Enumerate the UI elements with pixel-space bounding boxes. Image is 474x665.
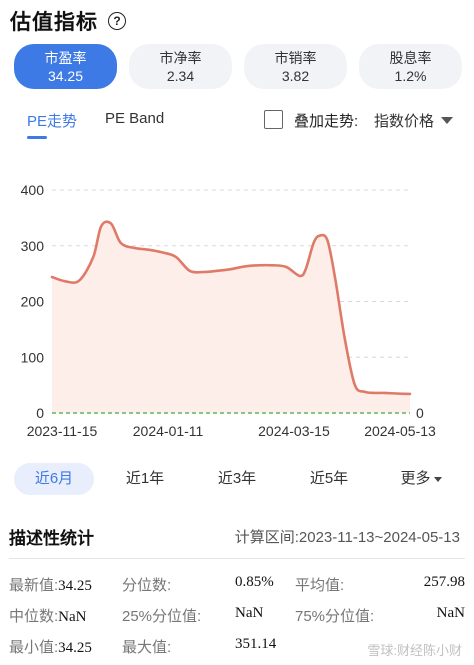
period-6m-button[interactable]: 近6月	[14, 463, 94, 495]
header: 估值指标 ?	[10, 6, 126, 36]
help-icon[interactable]: ?	[108, 12, 126, 30]
metric-value: 34.25	[47, 67, 84, 84]
stats-range: 计算区间:2023-11-13~2024-05-13	[234, 529, 460, 546]
y-tick-label: 300	[21, 238, 45, 254]
overlay-select-value: 指数价格	[374, 113, 435, 130]
overlay-label: 叠加走势:	[294, 113, 359, 130]
y-tick-label: 100	[21, 349, 45, 365]
x-tick-label: 2023-11-15	[27, 423, 98, 439]
x-tick-label: 2024-05-13	[364, 423, 436, 439]
metric-label: 市销率	[274, 49, 317, 66]
metric-dividend-button[interactable]: 股息率 1.2%	[359, 44, 462, 89]
stat-key: 平均值:	[295, 577, 345, 594]
stat-median: 中位数:NaN	[9, 605, 87, 626]
stat-key: 最小值:	[9, 639, 59, 656]
stat-value: NaN	[235, 605, 264, 621]
stats-row: 最新值:34.25 分位数: 0.85% 平均值: 257.98	[9, 570, 465, 601]
stat-value: 34.25	[58, 578, 92, 594]
metric-selector: 市盈率 34.25 市净率 2.34 市销率 3.82 股息率 1.2%	[14, 44, 462, 89]
stats-title: 描述性统计	[9, 529, 94, 548]
stat-key: 中位数:	[9, 608, 59, 625]
stats-header: 描述性统计 计算区间:2023-11-13~2024-05-13	[0, 522, 474, 548]
stat-p75-label: 75%分位值:	[295, 605, 374, 626]
stat-value: 34.25	[58, 640, 92, 656]
stats-row: 中位数:NaN 25%分位值: NaN 75%分位值: NaN	[9, 601, 465, 632]
stat-key: 25%分位值:	[122, 608, 202, 625]
stat-value: 257.98	[423, 574, 465, 590]
pe-area-fill	[52, 221, 410, 413]
stat-key: 分位数:	[122, 577, 172, 594]
tab-active-indicator	[27, 136, 47, 139]
metric-label: 股息率	[389, 49, 432, 66]
y-tick-label: 400	[21, 182, 45, 198]
metric-pb-button[interactable]: 市净率 2.34	[129, 44, 232, 89]
metric-label: 市净率	[159, 49, 202, 66]
stat-key: 最大值:	[122, 639, 172, 656]
metric-ps-button[interactable]: 市销率 3.82	[244, 44, 347, 89]
stat-latest: 最新值:34.25	[9, 574, 92, 595]
stat-value: 0.85%	[235, 574, 274, 590]
period-more-label: 更多	[400, 470, 431, 487]
period-3y-button[interactable]: 近3年	[212, 463, 262, 495]
pe-trend-chart[interactable]: 0 100 200 300 400 0 2023-11-15 2024-01-11 2024-0…	[0, 170, 474, 445]
page-title: 估值指标	[10, 11, 98, 34]
stat-percentile-label: 分位数:	[122, 574, 171, 595]
period-more-button[interactable]: 更多	[396, 463, 446, 495]
metric-value: 3.82	[281, 67, 310, 84]
metric-label: 市盈率	[44, 49, 87, 66]
overlay-checkbox[interactable]	[264, 110, 283, 129]
caret-down-icon	[441, 117, 454, 124]
period-5y-button[interactable]: 近5年	[304, 463, 354, 495]
stat-value: 351.14	[235, 636, 277, 652]
stat-min: 最小值:34.25	[9, 636, 92, 657]
chart-tabs: PE走势 PE Band 叠加走势: 指数价格	[0, 104, 474, 139]
tab-pe-band[interactable]: PE Band	[105, 110, 164, 127]
stat-mean-label: 平均值:	[295, 574, 344, 595]
stat-key: 75%分位值:	[295, 608, 375, 625]
period-selector: 近6月 近1年 近3年 近5年 更多	[14, 463, 464, 495]
metric-pe-button[interactable]: 市盈率 34.25	[14, 44, 117, 89]
x-tick-label: 2024-03-15	[258, 423, 330, 439]
stat-value: NaN	[58, 609, 87, 625]
metric-value: 2.34	[166, 67, 195, 84]
y-tick-label: 200	[21, 294, 45, 310]
stat-value: NaN	[436, 605, 465, 621]
metric-value: 1.2%	[394, 67, 427, 84]
tab-pe-trend[interactable]: PE走势	[27, 110, 77, 131]
stat-key: 最新值:	[9, 577, 59, 594]
stat-p25-label: 25%分位值:	[122, 605, 201, 626]
caret-down-icon	[433, 476, 442, 482]
x-tick-label: 2024-01-11	[133, 423, 204, 439]
y2-tick-label: 0	[416, 405, 424, 421]
watermark: 雪球:财经陈小财	[367, 643, 462, 658]
y-tick-label: 0	[36, 405, 44, 421]
period-1y-button[interactable]: 近1年	[120, 463, 170, 495]
divider	[9, 558, 465, 559]
overlay-select[interactable]: 指数价格	[374, 110, 454, 131]
stat-max-label: 最大值:	[122, 636, 171, 657]
